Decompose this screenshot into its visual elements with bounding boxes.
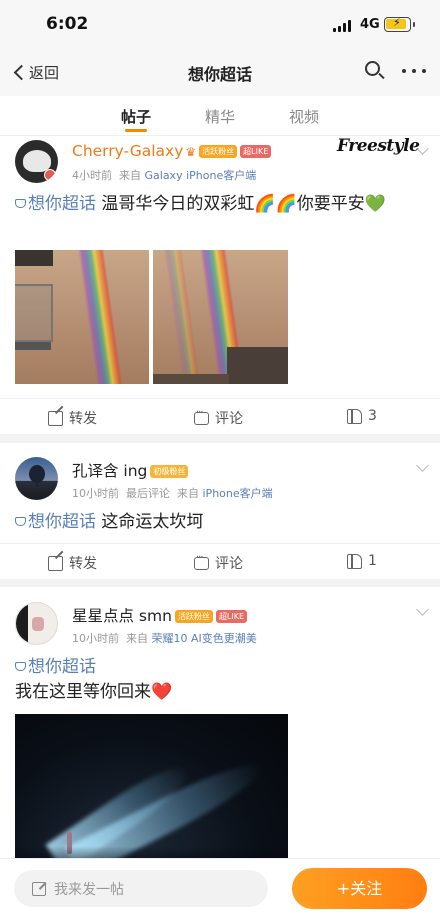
crown-icon: ♛	[185, 145, 197, 159]
diamond-icon	[15, 662, 26, 671]
avatar[interactable]	[15, 602, 58, 645]
tab-videos[interactable]: 视频	[289, 106, 319, 127]
username[interactable]: 星星点点 smn 活跃粉丝 超LIKE	[72, 604, 248, 626]
like-badge: 超LIKE	[240, 145, 272, 158]
battery-icon: ⚡	[384, 16, 415, 32]
nav-bar: 返回 想你超话	[0, 48, 440, 96]
post-image[interactable]	[153, 250, 288, 384]
fan-badge: 活跃粉丝	[174, 610, 213, 623]
network-label: 4G	[360, 17, 380, 32]
fan-badge: 初级粉丝	[150, 465, 189, 478]
post-text: 想你超话 温哥华今日的双彩虹🌈🌈你要平安💚	[15, 192, 425, 217]
post-text: 想你超话 这命运太坎坷	[15, 510, 425, 535]
post-card[interactable]: Cherry-Galaxy ♛ 活跃粉丝 超LIKE Freestyle 4小时前 来…	[0, 136, 440, 434]
comment-icon	[194, 552, 209, 570]
post-meta: 4小时前 来自 Galaxy iPhone客户端	[72, 169, 257, 182]
like-button[interactable]: 1	[347, 553, 377, 569]
compose-placeholder: 我来发一帖	[54, 881, 124, 898]
post-body: 我在这里等你回来❤️	[15, 682, 173, 702]
tab-bar: 帖子 精华 视频	[0, 96, 440, 136]
avatar[interactable]	[15, 457, 58, 500]
thumbs-up-icon	[347, 553, 362, 569]
avatar[interactable]	[15, 140, 58, 183]
share-icon	[48, 410, 63, 426]
action-bar: 转发 评论 1	[0, 543, 440, 579]
username[interactable]: Cherry-Galaxy ♛ 活跃粉丝 超LIKE	[72, 142, 272, 160]
bottom-bar: 我来发一帖 +关注	[0, 858, 440, 921]
post-meta: 10小时前 最后评论 来自 iPhone客户端	[72, 487, 273, 500]
post-feed[interactable]: Cherry-Galaxy ♛ 活跃粉丝 超LIKE Freestyle 4小时前 来…	[0, 136, 440, 858]
follow-button[interactable]: +关注	[292, 868, 427, 909]
topic-link[interactable]: 想你超话	[15, 194, 96, 214]
comment-icon	[194, 407, 209, 425]
tab-underline	[125, 129, 147, 132]
status-bar: 6:02 4G ⚡	[0, 0, 440, 48]
tab-featured[interactable]: 精华	[205, 106, 235, 127]
share-button[interactable]: 转发	[48, 553, 97, 573]
share-icon	[48, 555, 63, 571]
compose-input[interactable]: 我来发一帖	[14, 870, 268, 907]
balcony-shape	[15, 284, 53, 342]
pencil-icon	[32, 881, 46, 896]
post-text: 想你超话 我在这里等你回来❤️	[15, 655, 425, 705]
share-button[interactable]: 转发	[48, 408, 97, 428]
topic-link[interactable]: 想你超话	[15, 512, 96, 532]
more-icon[interactable]	[402, 69, 426, 75]
username[interactable]: 孔译含 ing 初级粉丝	[72, 459, 189, 481]
like-button[interactable]: 3	[347, 408, 377, 424]
search-icon[interactable]	[364, 60, 386, 82]
username-text[interactable]: Cherry-Galaxy	[72, 142, 183, 160]
username-text[interactable]: 孔译含 ing	[72, 462, 147, 480]
fan-badge: 活跃粉丝	[199, 145, 238, 158]
post-card[interactable]: 孔译含 ing 初级粉丝 10小时前 最后评论 来自 iPhone客户端 想你超话…	[0, 443, 440, 579]
chevron-down-icon[interactable]	[416, 603, 429, 616]
post-image[interactable]	[15, 250, 149, 384]
topic-link[interactable]: 想你超话	[15, 655, 425, 680]
action-bar: 转发 评论 3	[0, 398, 440, 434]
like-badge: 超LIKE	[215, 610, 248, 623]
diamond-icon	[15, 199, 26, 208]
post-meta: 10小时前 来自 荣耀10 AI变色更潮美	[72, 632, 257, 645]
comment-button[interactable]: 评论	[194, 407, 243, 428]
comment-button[interactable]: 评论	[194, 552, 243, 573]
thumbs-up-icon	[347, 408, 362, 424]
post-image[interactable]	[15, 714, 288, 858]
status-time: 6:02	[46, 14, 89, 34]
signal-icon	[333, 20, 353, 32]
tab-posts[interactable]: 帖子	[121, 106, 151, 127]
username-text[interactable]: 星星点点 smn	[72, 607, 172, 625]
freestyle-overlay: Freestyle	[337, 136, 420, 156]
chevron-down-icon[interactable]	[416, 459, 429, 472]
post-card[interactable]: 星星点点 smn 活跃粉丝 超LIKE 10小时前 来自 荣耀10 AI变色更潮美 …	[0, 587, 440, 858]
diamond-icon	[15, 517, 26, 526]
